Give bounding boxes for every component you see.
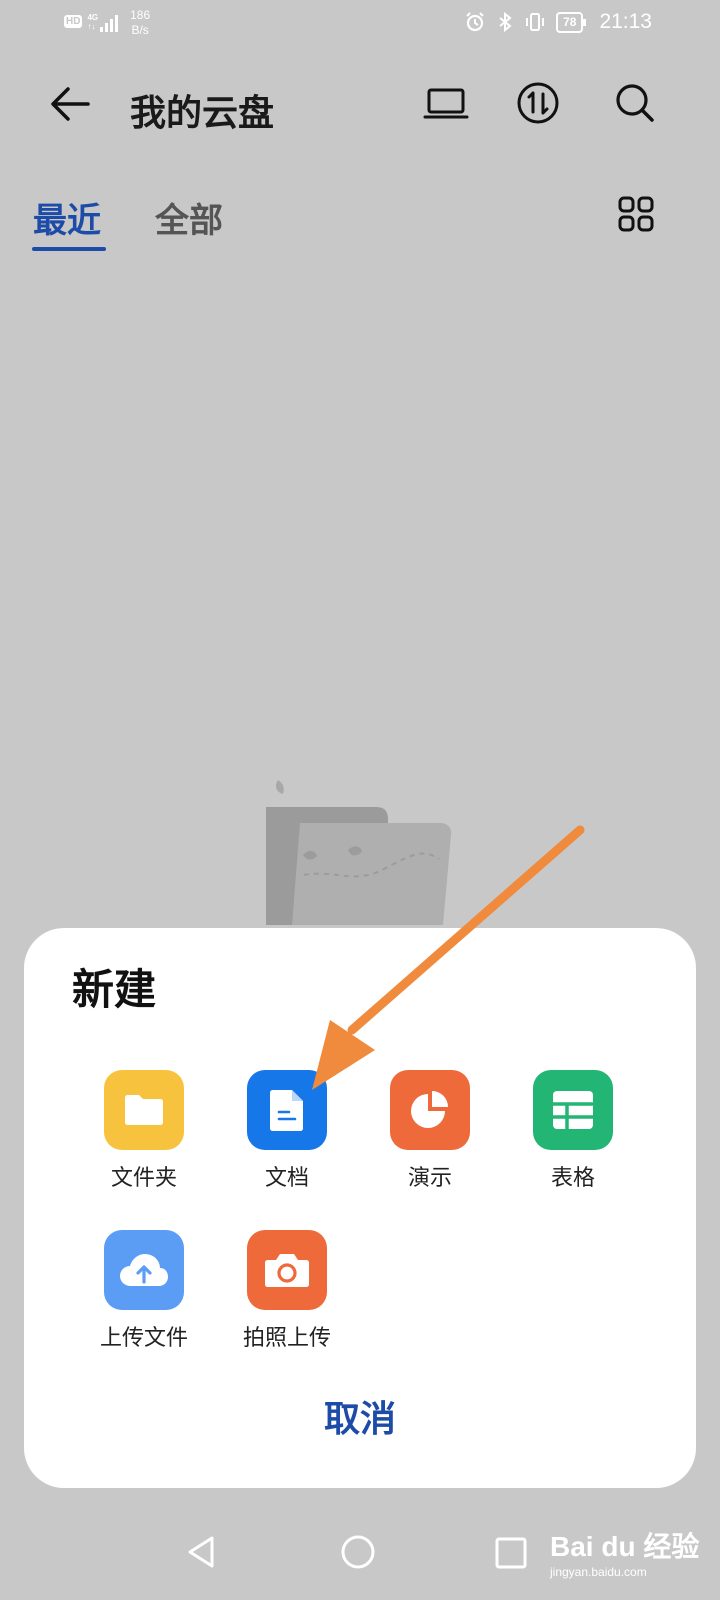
cloud-upload-icon xyxy=(120,1254,168,1286)
tab-recent[interactable]: 最近 xyxy=(33,193,101,242)
new-presentation-option[interactable]: 演示 xyxy=(360,1070,500,1192)
grid-view-icon xyxy=(618,196,654,232)
bluetooth-icon xyxy=(499,11,512,33)
page-title: 我的云盘 xyxy=(130,92,275,134)
new-document-option[interactable]: 文档 xyxy=(217,1070,357,1192)
view-toggle-button[interactable] xyxy=(612,190,660,238)
upload-file-option[interactable]: 上传文件 xyxy=(74,1230,214,1352)
back-nav-icon[interactable] xyxy=(184,1534,220,1570)
speed-value: 186 xyxy=(130,8,151,22)
alarm-icon xyxy=(466,12,484,32)
back-button[interactable] xyxy=(44,78,96,130)
transfer-icon xyxy=(517,82,559,124)
laptop-icon xyxy=(423,88,469,119)
battery-indicator: 78 xyxy=(556,11,587,33)
clock: 21:13 xyxy=(599,10,652,33)
speed-unit: B/s xyxy=(131,23,149,37)
watermark-logo: Bai du 经验 xyxy=(550,1531,700,1562)
device-button[interactable] xyxy=(420,80,472,128)
network-type: 4G xyxy=(87,13,99,22)
home-nav-icon[interactable] xyxy=(340,1534,376,1570)
status-bar: HD 4G ↑↓ 186 B/s 78 21:13 xyxy=(0,0,720,50)
vibrate-icon xyxy=(526,13,545,31)
spreadsheet-label: 表格 xyxy=(550,1166,595,1191)
spreadsheet-icon xyxy=(553,1091,593,1129)
hd-badge: HD xyxy=(64,15,83,28)
empty-folder-illustration xyxy=(266,780,452,925)
presentation-label: 演示 xyxy=(407,1166,452,1191)
document-label: 文档 xyxy=(264,1166,309,1191)
search-icon xyxy=(616,84,654,122)
baidu-jingyan-watermark: Bai du 经验 jingyan.baidu.com xyxy=(550,1525,715,1595)
recents-nav-icon[interactable] xyxy=(494,1536,528,1570)
presentation-icon xyxy=(411,1091,448,1128)
search-button[interactable] xyxy=(610,78,660,128)
sheet-title: 新建 xyxy=(72,965,157,1014)
folder-label: 文件夹 xyxy=(110,1166,177,1191)
photo-upload-option[interactable]: 拍照上传 xyxy=(217,1230,357,1352)
tab-indicator xyxy=(32,247,106,251)
photo-upload-label: 拍照上传 xyxy=(242,1326,331,1351)
transfer-button[interactable] xyxy=(513,78,563,128)
cancel-button[interactable]: 取消 xyxy=(0,1390,720,1442)
network-activity: ↑↓ xyxy=(87,22,96,31)
camera-icon xyxy=(265,1254,309,1287)
folder-icon xyxy=(125,1095,163,1125)
back-arrow-icon xyxy=(51,87,90,121)
new-folder-option[interactable]: 文件夹 xyxy=(74,1070,214,1192)
new-spreadsheet-option[interactable]: 表格 xyxy=(503,1070,643,1192)
signal-icon xyxy=(100,14,120,32)
document-icon xyxy=(270,1090,303,1131)
upload-file-label: 上传文件 xyxy=(99,1326,188,1351)
watermark-url: jingyan.baidu.com xyxy=(550,1565,647,1579)
tab-all[interactable]: 全部 xyxy=(155,193,223,242)
